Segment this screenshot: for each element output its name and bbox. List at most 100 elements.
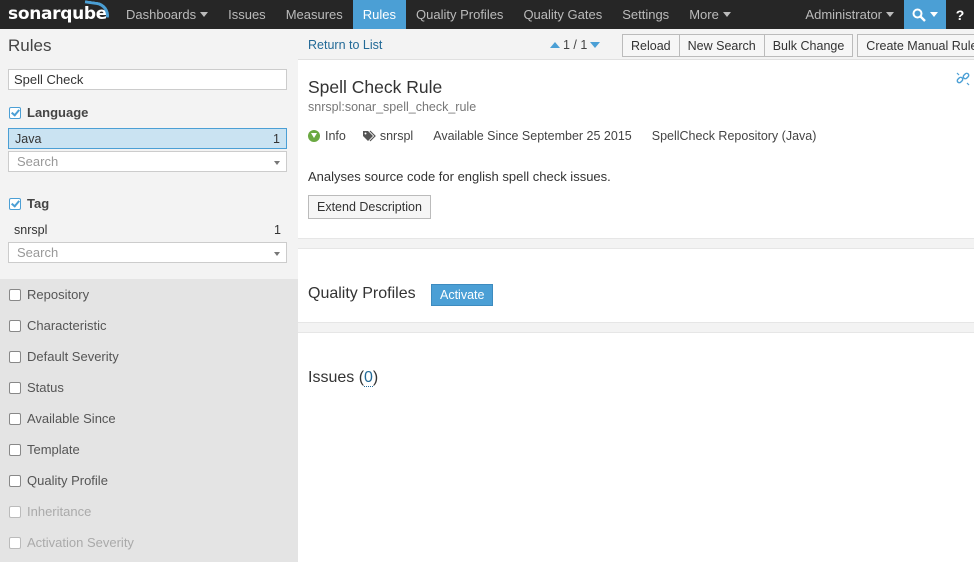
unlink-icon[interactable] [956, 72, 970, 86]
facet-checkbox[interactable] [9, 381, 21, 394]
sidebar-title: Rules [8, 36, 52, 55]
facet-label: Status [27, 380, 64, 395]
nav-quality-gates[interactable]: Quality Gates [513, 0, 612, 29]
facet-checkbox[interactable] [9, 443, 21, 456]
new-search-button[interactable]: New Search [679, 34, 765, 57]
facet-checkbox[interactable] [9, 350, 21, 363]
extend-description-button[interactable]: Extend Description [308, 195, 431, 219]
facet-tag-header[interactable]: Tag [9, 196, 49, 211]
facet-label: Activation Severity [27, 535, 134, 550]
facet-label: Repository [27, 287, 90, 302]
facet-status[interactable]: Status [9, 380, 64, 395]
facet-checkbox [9, 536, 21, 549]
rule-pager: 1 / 1 [550, 38, 601, 52]
facet-checkbox [9, 505, 21, 518]
issues-heading-prefix: Issues ( [308, 369, 365, 386]
nav-more-label: More [689, 7, 719, 22]
section-divider [298, 322, 974, 333]
facet-checkbox[interactable] [9, 474, 21, 487]
language-checkbox[interactable] [9, 106, 21, 119]
nav-measures-label: Measures [285, 7, 343, 22]
rule-key: snrspl:sonar_spell_check_rule [308, 100, 477, 114]
facet-repository[interactable]: Repository [9, 287, 89, 302]
language-search-select[interactable]: Search [8, 151, 287, 172]
section-divider [298, 238, 974, 249]
rule-toolbar: Return to List 1 / 1 Reload New Search B… [298, 29, 974, 60]
pager-text: 1 / 1 [563, 38, 588, 52]
info-severity-icon [308, 130, 320, 142]
facet-default-severity[interactable]: Default Severity [9, 349, 119, 364]
facet-value-count: 1 [273, 131, 280, 146]
facet-label: Characteristic [27, 318, 107, 333]
nav-issues[interactable]: Issues [218, 0, 276, 29]
nav-quality-gates-label: Quality Gates [523, 7, 603, 22]
search-icon [912, 8, 926, 22]
facet-value-name: snrspl [14, 222, 48, 237]
rule-available-since: Available Since September 25 2015 [433, 129, 632, 143]
nav-measures[interactable]: Measures [276, 0, 353, 29]
facet-quality-profile[interactable]: Quality Profile [9, 473, 108, 488]
chevron-down-icon [722, 12, 731, 17]
facet-label: Available Since [27, 411, 116, 426]
previous-rule-icon[interactable] [550, 42, 560, 48]
facet-value-name: Java [15, 131, 42, 146]
top-nav: sonarqube Dashboards Issues Measures Rul… [0, 0, 974, 29]
facet-available-since[interactable]: Available Since [9, 411, 116, 426]
issues-count-link[interactable]: 0 [364, 369, 373, 387]
facet-value-count: 1 [274, 222, 281, 237]
nav-quality-profiles[interactable]: Quality Profiles [406, 0, 513, 29]
nav-dashboards-label: Dashboards [126, 7, 197, 22]
facet-value-java[interactable]: Java 1 [8, 128, 287, 149]
rules-sidebar: Rules Spell Check Language Java 1 Search… [0, 29, 298, 562]
facet-label: Template [27, 442, 80, 457]
help-icon: ? [955, 6, 965, 23]
nav-rules[interactable]: Rules [352, 0, 407, 29]
return-to-list-link[interactable]: Return to List [308, 38, 382, 52]
rule-repository: SpellCheck Repository (Java) [651, 129, 817, 143]
user-menu[interactable]: Administrator [795, 0, 904, 29]
create-manual-rule-button[interactable]: Create Manual Rule [857, 34, 974, 57]
rule-severity: Info [325, 129, 346, 143]
facet-characteristic[interactable]: Characteristic [9, 318, 106, 333]
rule-description: Analyses source code for english spell c… [308, 169, 611, 184]
tag-checkbox[interactable] [9, 197, 21, 210]
chevron-down-icon [200, 12, 209, 17]
nav-settings[interactable]: Settings [612, 0, 679, 29]
nav-issues-label: Issues [228, 7, 266, 22]
sonarqube-logo[interactable]: sonarqube [0, 0, 116, 29]
rule-meta: Info snrspl Available Since September 25… [308, 129, 816, 143]
help-button[interactable]: ? [946, 0, 974, 29]
chevron-down-icon [886, 12, 894, 17]
facet-language-label: Language [27, 105, 89, 120]
next-rule-icon[interactable] [590, 42, 601, 48]
global-search-button[interactable] [904, 0, 946, 29]
toolbar-buttons: Reload New Search Bulk Change Create Man… [622, 34, 974, 57]
facet-label: Inheritance [27, 504, 92, 519]
facet-label: Quality Profile [27, 473, 108, 488]
facet-activation-severity: Activation Severity [9, 535, 134, 550]
language-search-placeholder: Search [17, 154, 59, 169]
facet-checkbox[interactable] [9, 412, 21, 425]
nav-dashboards[interactable]: Dashboards [116, 0, 218, 29]
activate-button[interactable]: Activate [431, 284, 494, 306]
user-name: Administrator [805, 7, 882, 22]
nav-settings-label: Settings [622, 7, 670, 22]
dropdown-arrow-icon [274, 161, 280, 165]
quality-profiles-heading: Quality Profiles [308, 285, 416, 302]
nav-quality-profiles-label: Quality Profiles [416, 7, 504, 22]
rule-tag[interactable]: snrspl [380, 129, 413, 143]
chevron-down-icon [930, 12, 938, 17]
facet-value-snrspl[interactable]: snrspl 1 [8, 219, 287, 240]
nav-more[interactable]: More [679, 0, 741, 29]
facet-checkbox[interactable] [9, 319, 21, 332]
rule-search-input[interactable]: Spell Check [8, 69, 287, 90]
nav-rules-label: Rules [362, 7, 397, 22]
facet-language-header[interactable]: Language [9, 105, 88, 120]
tag-search-select[interactable]: Search [8, 242, 287, 263]
facet-tag-label: Tag [27, 196, 50, 211]
bulk-change-button[interactable]: Bulk Change [764, 34, 854, 57]
facet-template[interactable]: Template [9, 442, 80, 457]
tag-search-placeholder: Search [17, 245, 59, 260]
reload-button[interactable]: Reload [622, 34, 680, 57]
facet-checkbox[interactable] [9, 288, 21, 301]
